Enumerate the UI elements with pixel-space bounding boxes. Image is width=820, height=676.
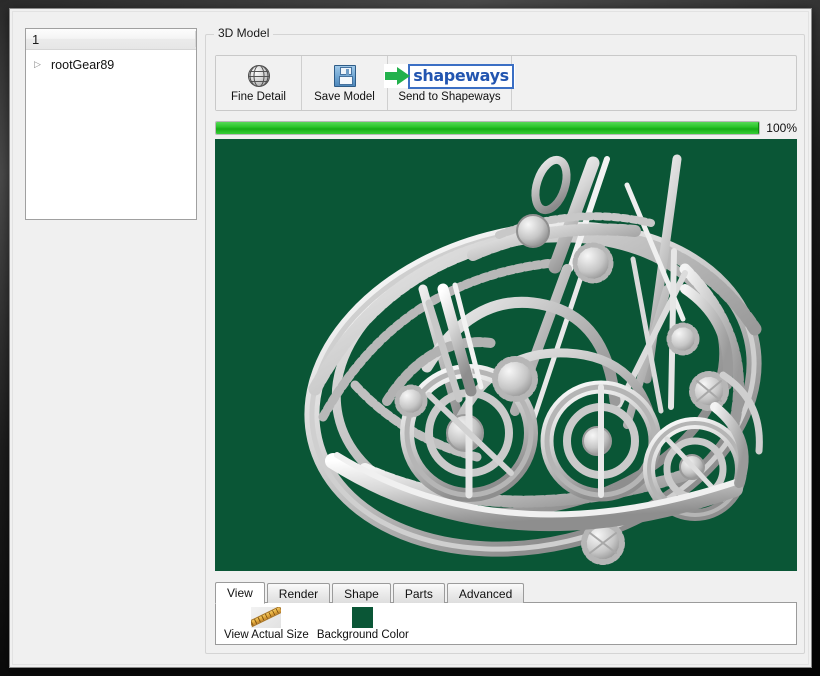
fine-detail-label: Fine Detail xyxy=(231,91,286,103)
tree-body: ▷ rootGear89 xyxy=(26,50,196,74)
send-to-shapeways-button[interactable]: shapeways Send to Shapeways xyxy=(384,56,515,110)
green-arrow-icon xyxy=(385,66,411,86)
tree-item-label: rootGear89 xyxy=(51,57,115,72)
model-toolbar: Fine Detail Save Model shapeways Send to… xyxy=(215,55,797,111)
shapeways-logo-icon: shapeways xyxy=(384,63,515,89)
model-groupbox: 3D Model Fine Detail Save Model shapeway… xyxy=(205,26,805,654)
tab-render-label: Render xyxy=(278,586,319,601)
tree-item-rootgear89[interactable]: ▷ rootGear89 xyxy=(26,55,196,74)
ruler-icon xyxy=(251,607,282,628)
progress-percent-label: 100% xyxy=(766,121,797,135)
tab-advanced[interactable]: Advanced xyxy=(446,583,525,603)
globe-icon xyxy=(247,63,270,89)
model-tree-panel[interactable]: 1 ▷ rootGear89 xyxy=(25,28,197,220)
tabstrip: View Render Shape Parts Advanced xyxy=(215,581,797,604)
save-model-label: Save Model xyxy=(314,91,375,103)
tree-column-header[interactable]: 1 xyxy=(26,29,196,50)
background-color-button[interactable]: Background Color xyxy=(317,607,409,641)
tab-view-label: View xyxy=(227,586,253,600)
model-groupbox-title: 3D Model xyxy=(214,26,274,40)
color-swatch-icon[interactable] xyxy=(352,607,374,628)
view-actual-size-button[interactable]: View Actual Size xyxy=(224,607,309,641)
floppy-disk-icon xyxy=(333,63,356,89)
progress-bar-fill xyxy=(216,122,760,134)
tab-render[interactable]: Render xyxy=(266,583,331,603)
tab-content-view: View Actual Size Background Color xyxy=(215,602,797,645)
tab-shape[interactable]: Shape xyxy=(332,583,391,603)
save-model-button[interactable]: Save Model xyxy=(302,56,388,110)
tab-parts[interactable]: Parts xyxy=(392,583,445,603)
progress-bar xyxy=(215,121,761,135)
tab-advanced-label: Advanced xyxy=(458,586,513,601)
tab-view[interactable]: View xyxy=(215,582,265,604)
3d-gear-assembly-render xyxy=(215,139,797,571)
desktop-backdrop: 1 ▷ rootGear89 3D Model Fine Detail Save… xyxy=(0,0,820,676)
3d-viewport[interactable] xyxy=(215,139,797,571)
application-window: 1 ▷ rootGear89 3D Model Fine Detail Save… xyxy=(9,8,812,668)
view-actual-size-label: View Actual Size xyxy=(224,629,309,641)
tab-parts-label: Parts xyxy=(404,586,433,601)
window-client-area: 1 ▷ rootGear89 3D Model Fine Detail Save… xyxy=(12,11,809,665)
shapeways-wordmark: shapeways xyxy=(408,63,514,89)
tree-column-header-label: 1 xyxy=(32,31,40,47)
background-color-label: Background Color xyxy=(316,629,409,641)
view-options-tabcontrol: View Render Shape Parts Advanced View Ac… xyxy=(215,581,797,645)
fine-detail-button[interactable]: Fine Detail xyxy=(216,56,302,110)
chevron-right-icon[interactable]: ▷ xyxy=(34,60,48,69)
tab-shape-label: Shape xyxy=(344,586,379,601)
export-progress-row: 100% xyxy=(215,119,797,137)
send-to-shapeways-label: Send to Shapeways xyxy=(398,91,501,103)
